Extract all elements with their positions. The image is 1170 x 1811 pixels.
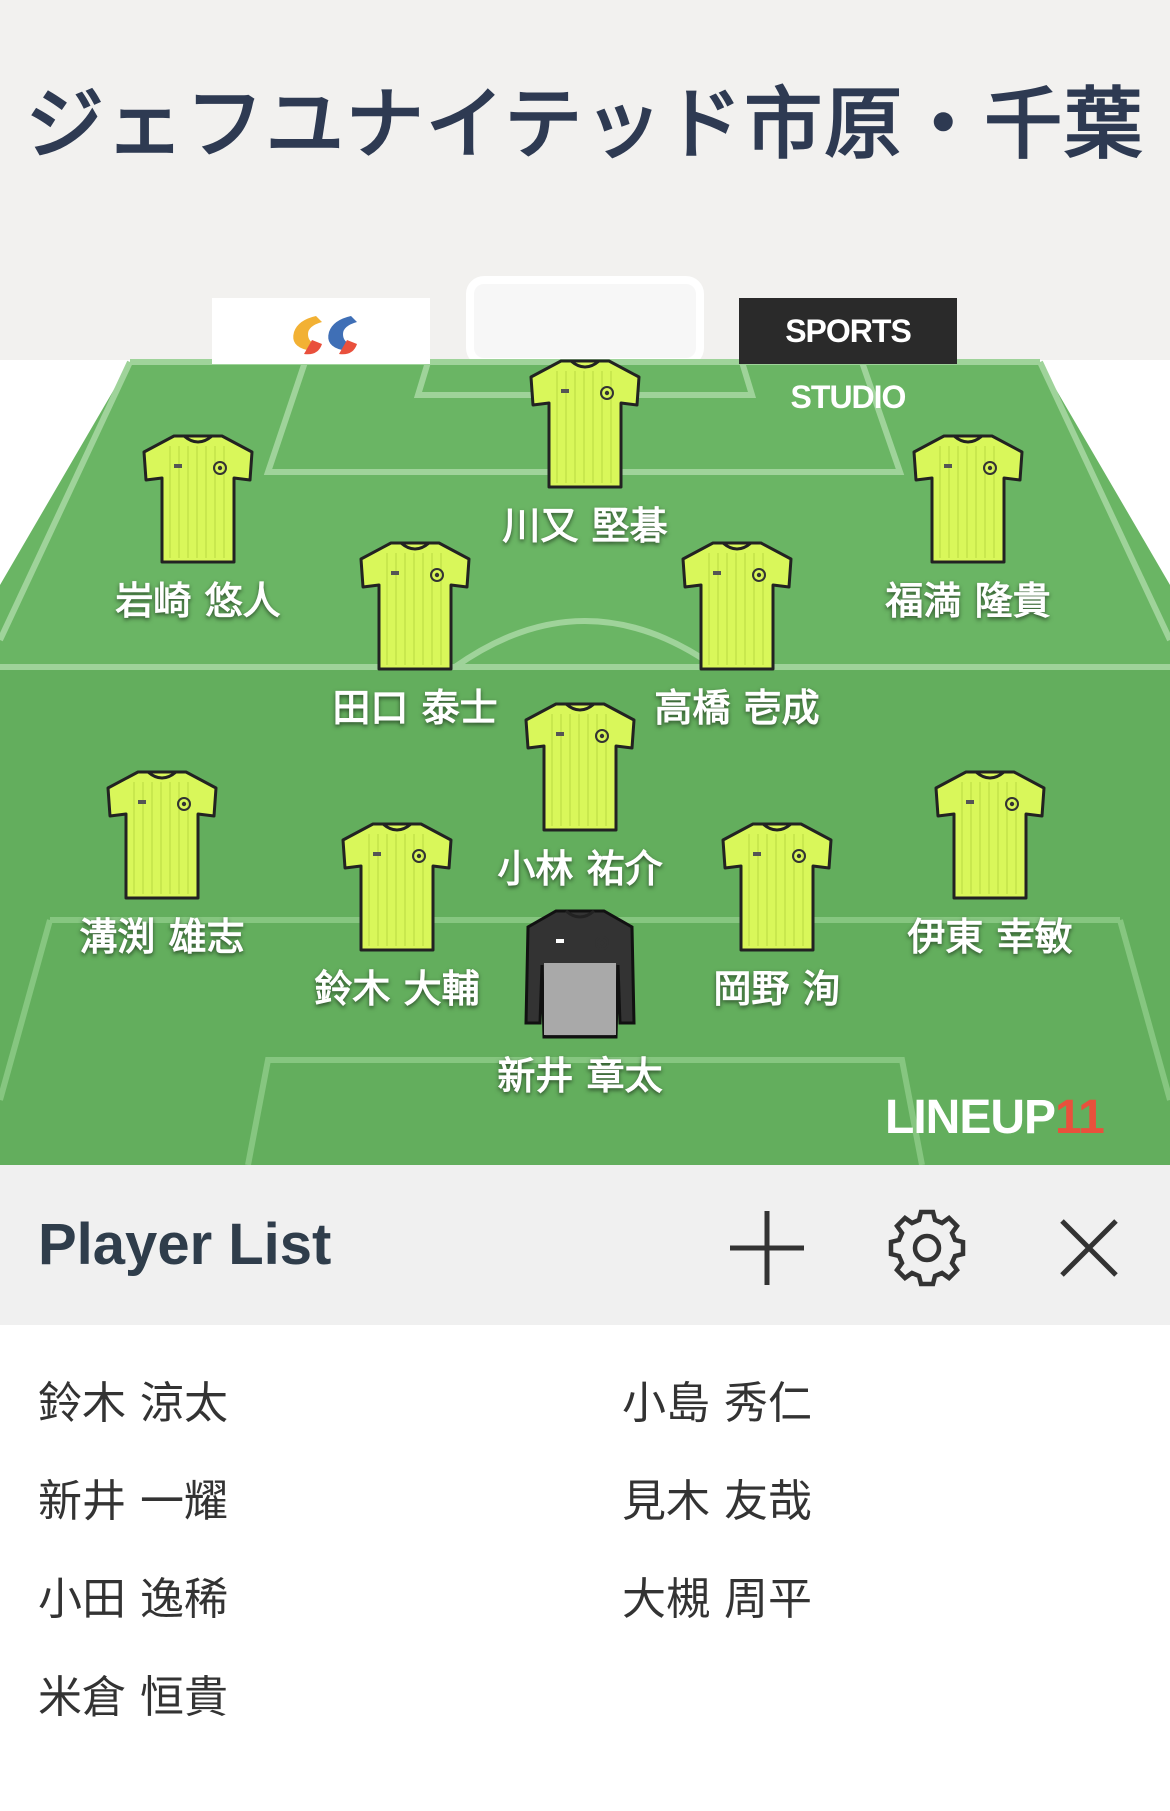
shirt-icon — [341, 822, 453, 952]
player-token[interactable]: 溝渕 雄志 — [52, 766, 272, 961]
shirt-icon — [142, 434, 254, 564]
goalkeeper-shirt-icon — [524, 909, 636, 1039]
player-token[interactable]: 岡野 洵 — [667, 818, 887, 1013]
shirt-icon — [106, 770, 218, 900]
list-item-player[interactable]: 米倉 恒貴 — [38, 1661, 228, 1725]
plus-icon — [730, 1211, 804, 1285]
player-name: 福満 隆貴 — [885, 579, 1051, 623]
shirt-icon — [529, 359, 641, 489]
player-token[interactable]: 川又 堅碁 — [475, 355, 695, 550]
lineup11-logo: LINEUP11 — [885, 1091, 1105, 1144]
list-item-player[interactable]: 大槻 周平 — [622, 1563, 812, 1627]
close-button[interactable] — [1044, 1203, 1134, 1293]
player-name: 溝渕 雄志 — [79, 915, 245, 959]
list-item-player[interactable]: 小島 秀仁 — [622, 1367, 812, 1431]
list-item-player[interactable]: 見木 友哉 — [622, 1465, 812, 1529]
player-list: 鈴木 涼太 新井 一耀 小田 逸稀 米倉 恒貴 小島 秀仁 見木 友哉 大槻 周… — [0, 1325, 1170, 1811]
close-icon — [1060, 1219, 1118, 1277]
goal-net — [466, 276, 704, 366]
player-name: 岩崎 悠人 — [115, 579, 281, 623]
shirt-icon — [359, 541, 471, 671]
sponsor-logo-left — [212, 298, 430, 364]
player-goalkeeper[interactable]: 新井 章太 — [470, 905, 690, 1100]
player-name: 新井 章太 — [497, 1054, 663, 1098]
list-item-player[interactable]: 小田 逸稀 — [38, 1563, 228, 1627]
shirt-icon — [912, 434, 1024, 564]
player-list-header: Player List — [0, 1165, 1170, 1325]
gear-icon — [888, 1209, 966, 1287]
shirt-icon — [934, 770, 1046, 900]
player-token[interactable]: 福満 隆貴 — [858, 430, 1078, 625]
player-token[interactable]: 岩崎 悠人 — [88, 430, 308, 625]
player-name: 岡野 洵 — [713, 967, 841, 1011]
player-list-title: Player List — [38, 1212, 332, 1277]
add-player-button[interactable] — [722, 1203, 812, 1293]
list-item-player[interactable]: 新井 一耀 — [38, 1465, 228, 1529]
ss-logo-icon — [293, 316, 357, 355]
list-item-player[interactable]: 鈴木 涼太 — [38, 1367, 228, 1431]
player-token[interactable]: 伊東 幸敏 — [880, 766, 1100, 961]
shirt-icon — [721, 822, 833, 952]
settings-button[interactable] — [882, 1203, 972, 1293]
sponsor-logo-right: SPORTS STUDIO — [739, 298, 957, 415]
shirt-icon — [524, 702, 636, 832]
player-name: 伊東 幸敏 — [907, 915, 1073, 959]
shirt-icon — [681, 541, 793, 671]
